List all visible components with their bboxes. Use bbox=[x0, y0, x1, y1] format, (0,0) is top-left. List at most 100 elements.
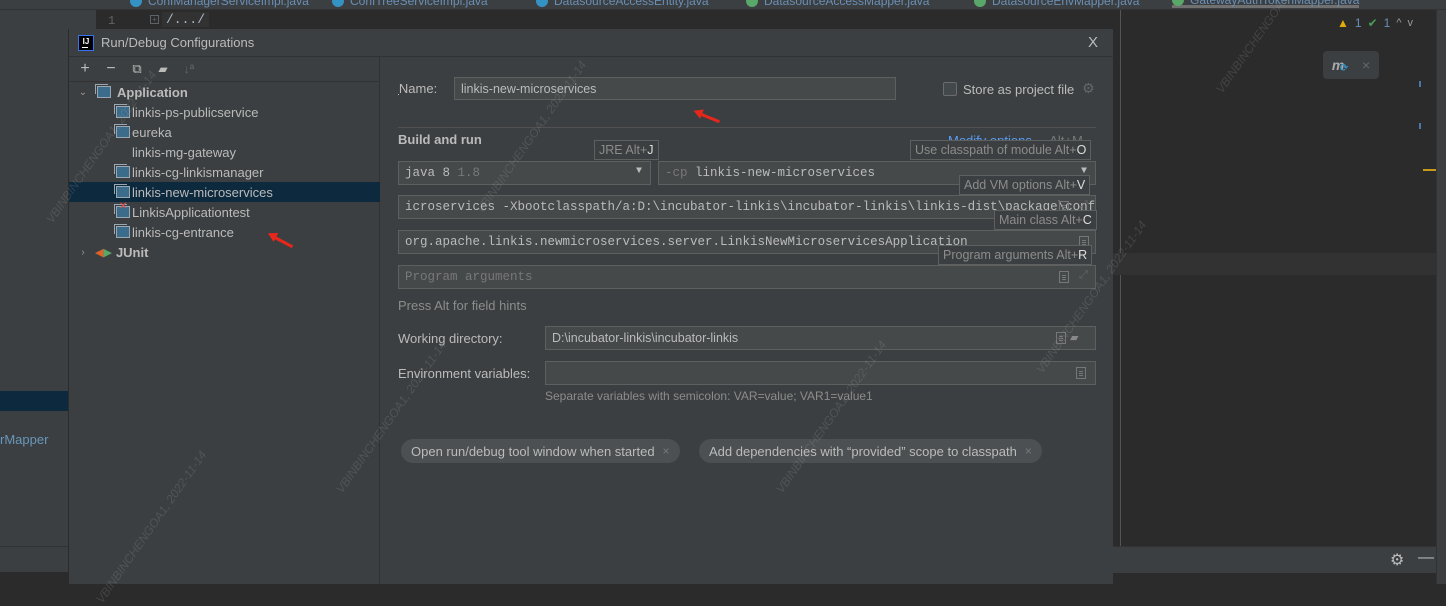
environment-variables-input[interactable] bbox=[545, 361, 1096, 385]
vm-options-input[interactable]: icroservices -Xbootclasspath/a:D:\incuba… bbox=[398, 195, 1096, 219]
project-tree-item[interactable]: rMapper bbox=[0, 432, 48, 447]
folder-icon[interactable]: ▰ bbox=[1070, 331, 1078, 344]
dialog-title-bar[interactable]: IJ Run/Debug Configurations X bbox=[69, 29, 1114, 57]
intellij-logo-icon: IJ bbox=[78, 34, 94, 51]
dropdown-arrow-icon: ▼ bbox=[635, 166, 642, 177]
editor-tab[interactable]: ConfManagerServiceImpl.java bbox=[130, 0, 309, 8]
status-bar bbox=[1113, 573, 1436, 584]
editor-tab[interactable]: DatasourceEnvMapper.java bbox=[974, 0, 1139, 8]
class-icon bbox=[536, 0, 548, 7]
option-chip[interactable]: Add dependencies with “provided” scope t… bbox=[699, 439, 1042, 463]
store-as-project-checkbox[interactable] bbox=[943, 82, 957, 96]
remove-chip-icon[interactable]: × bbox=[1025, 444, 1032, 458]
option-chip[interactable]: Open run/debug tool window when started × bbox=[401, 439, 680, 463]
project-selected-row[interactable] bbox=[0, 391, 68, 411]
maven-reload-popup: m × bbox=[1323, 51, 1379, 79]
remove-icon[interactable]: − bbox=[103, 60, 119, 78]
class-icon bbox=[130, 0, 142, 7]
section-title: Build and run bbox=[398, 132, 482, 147]
name-input[interactable]: linkis-new-microservices bbox=[454, 77, 896, 100]
interface-icon bbox=[974, 0, 986, 7]
classpath-hint-tooltip: Use classpath of module Alt+O bbox=[910, 140, 1092, 160]
jre-select[interactable]: java 8 1.8 ▼ bbox=[398, 161, 651, 185]
application-icon bbox=[114, 104, 130, 118]
application-icon bbox=[95, 84, 111, 98]
editor-tabs: ConfManagerServiceImpl.java ConfTreeServ… bbox=[96, 0, 1446, 10]
chevron-down-icon[interactable]: ⌄ bbox=[77, 87, 89, 98]
code-line[interactable]: /.../ bbox=[162, 12, 210, 27]
minimize-icon[interactable]: — bbox=[1418, 549, 1434, 567]
project-toolbar bbox=[0, 0, 96, 10]
gear-icon[interactable]: ⚙ bbox=[1082, 80, 1095, 97]
expand-icon[interactable]: ⤢ bbox=[1079, 270, 1088, 282]
editor-tab[interactable]: ConfTreeServiceImpl.java bbox=[332, 0, 488, 8]
close-button[interactable]: X bbox=[1088, 34, 1098, 51]
sort-icon[interactable]: ↓ª bbox=[181, 62, 197, 76]
check-icon: ✔ bbox=[1367, 16, 1378, 30]
field-hints-note: Press Alt for field hints bbox=[398, 298, 527, 313]
application-icon bbox=[114, 184, 130, 198]
next-problem-icon[interactable]: v bbox=[1408, 17, 1414, 29]
caret-row-highlight bbox=[1113, 253, 1436, 275]
working-directory-input[interactable]: D:\incubator-linkis\incubator-linkis ▰ bbox=[545, 326, 1096, 350]
list-icon[interactable] bbox=[1056, 332, 1066, 344]
application-icon: ✕ bbox=[114, 201, 130, 218]
class-icon bbox=[332, 0, 344, 7]
name-label: NName: bbox=[398, 81, 438, 96]
list-icon[interactable] bbox=[1076, 367, 1086, 379]
tree-item[interactable]: eureka bbox=[69, 122, 380, 142]
tree-item[interactable]: linkis-mg-gateway bbox=[69, 142, 380, 162]
jre-hint-tooltip: JRE Alt+J bbox=[594, 140, 659, 160]
junit-icon: ◀▶ bbox=[95, 246, 112, 259]
add-icon[interactable]: + bbox=[77, 60, 93, 78]
tree-item[interactable]: linkis-cg-entrance bbox=[69, 222, 380, 242]
env-hint: Separate variables with semicolon: VAR=v… bbox=[545, 389, 873, 403]
tree-item[interactable]: linkis-cg-linkismanager bbox=[69, 162, 380, 182]
list-icon[interactable] bbox=[1059, 271, 1069, 283]
right-margin-guide bbox=[1120, 10, 1121, 548]
application-icon bbox=[114, 224, 130, 238]
editor-tab-active[interactable]: GatewayAuthTokenMapper.java bbox=[1172, 0, 1360, 8]
application-icon bbox=[114, 124, 130, 138]
program-args-hint-tooltip: Program arguments Alt+R bbox=[938, 245, 1093, 265]
fold-icon[interactable]: + bbox=[150, 15, 159, 24]
tree-item[interactable]: linkis-ps-publicservice bbox=[69, 102, 380, 122]
tree-group-application[interactable]: ⌄ Application bbox=[69, 82, 380, 102]
run-debug-dialog: IJ Run/Debug Configurations X + − ⧉ ▰ ↓ª… bbox=[68, 29, 1114, 584]
maven-reload-icon[interactable]: m bbox=[1332, 57, 1349, 74]
store-as-project-label[interactable]: Store as project file bbox=[963, 82, 1074, 97]
warning-icon: ▲ bbox=[1337, 16, 1349, 30]
working-directory-label: Working directory: bbox=[398, 331, 503, 346]
close-icon[interactable]: × bbox=[1362, 57, 1370, 73]
scroll-marker[interactable] bbox=[1419, 81, 1421, 87]
program-arguments-input[interactable]: Program arguments ⤢ bbox=[398, 265, 1096, 289]
gear-icon[interactable]: ⚙ bbox=[1390, 550, 1404, 570]
tool-window-header bbox=[1113, 546, 1436, 573]
prev-problem-icon[interactable]: ^ bbox=[1396, 17, 1401, 29]
vm-hint-tooltip: Add VM options Alt+V bbox=[959, 175, 1091, 195]
interface-icon bbox=[1172, 0, 1184, 6]
dialog-title: Run/Debug Configurations bbox=[101, 35, 255, 50]
new-folder-icon[interactable]: ▰ bbox=[155, 62, 171, 76]
inspection-widget[interactable]: ▲ 1 ✔ 1 ^ v bbox=[1337, 16, 1413, 30]
config-tree-panel: + − ⧉ ▰ ↓ª ⌄ Application linkis-ps-publi… bbox=[69, 57, 380, 584]
editor-tab[interactable]: DatasourceAccessMapper.java bbox=[746, 0, 929, 8]
scroll-marker[interactable] bbox=[1419, 123, 1421, 129]
config-form: NName: linkis-new-microservices Store as… bbox=[381, 57, 1114, 584]
editor-tab[interactable]: DatasourceAccessEntity.java bbox=[536, 0, 709, 8]
interface-icon bbox=[746, 0, 758, 7]
environment-variables-label: Environment variables: bbox=[398, 366, 531, 381]
tree-item[interactable]: ✕ LinkisApplicationtest bbox=[69, 201, 380, 222]
warning-marker[interactable] bbox=[1423, 169, 1437, 171]
divider bbox=[398, 127, 1096, 128]
annotation-arrow bbox=[698, 112, 720, 124]
line-number: 1 bbox=[108, 14, 116, 28]
copy-icon[interactable]: ⧉ bbox=[129, 61, 145, 77]
tree-item-selected[interactable]: linkis-new-microservices bbox=[69, 182, 380, 202]
error-icon: ✕ bbox=[119, 201, 128, 212]
config-toolbar: + − ⧉ ▰ ↓ª bbox=[69, 57, 379, 82]
chevron-right-icon[interactable]: › bbox=[77, 247, 89, 258]
tree-group-junit[interactable]: › ◀▶ JUnit bbox=[69, 242, 380, 262]
status-bar bbox=[0, 572, 68, 584]
remove-chip-icon[interactable]: × bbox=[663, 444, 670, 458]
